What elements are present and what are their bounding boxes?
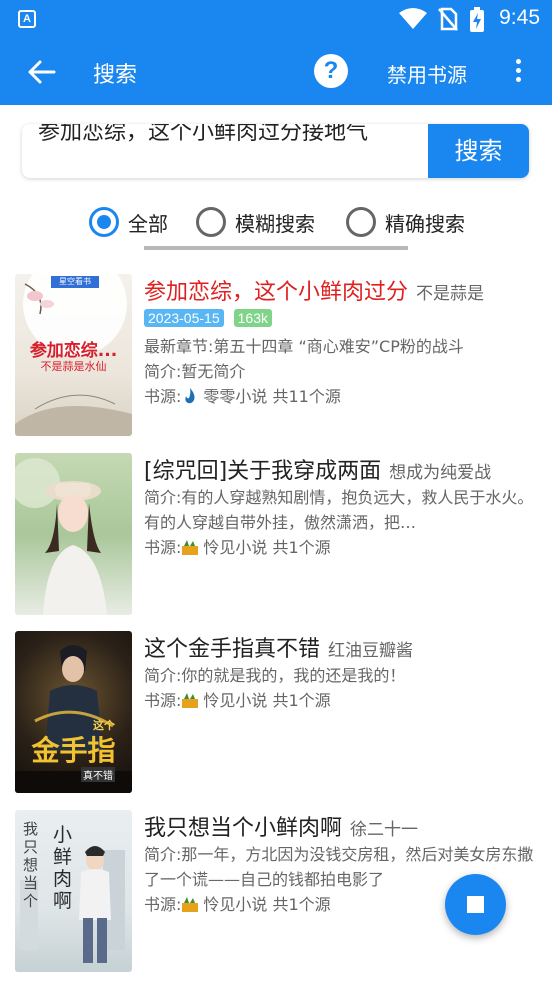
stop-icon: [467, 896, 484, 913]
book-intro: 简介:你的就是我的，我的还是我的！: [144, 666, 406, 685]
book-info: 参加恋综，这个小鲜肉过分 不是蒜是 2023-05-15 163k 最新章节:第五十…: [144, 274, 539, 409]
source-name: 怜见小说 共1个源: [203, 691, 331, 710]
search-box: 参加恋综，这个小鲜肉过分接地气 搜索: [22, 124, 529, 178]
list-item[interactable]: 星空看书 参加恋综... 不是蒜是水仙 参加恋综，这个小鲜肉过分 不是蒜是 202…: [0, 270, 552, 436]
book-author: 想成为纯爱战: [389, 463, 492, 483]
cover-author: 不是蒜是水仙: [40, 360, 107, 373]
source-prefix: 书源:: [144, 538, 182, 557]
source-name: 怜见小说 共1个源: [203, 538, 331, 557]
book-source: 书源: 零零小说 共11个源: [144, 384, 539, 409]
disable-sources-button[interactable]: 禁用书源: [387, 59, 467, 88]
clock: 9:45: [499, 6, 540, 29]
book-info: 这个金手指真不错 红油豆瓣酱 简介:你的就是我的，我的还是我的！ 书源: 怜见小说 …: [144, 631, 539, 713]
tag-row: 2023-05-15 163k: [144, 308, 539, 334]
latest-chapter: 最新章节:第五十四章 “商心难安”CP粉的战斗: [144, 337, 464, 356]
help-icon[interactable]: ?: [314, 54, 348, 88]
app-notification-icon: A: [18, 10, 36, 28]
cover-side-text: 我只想当个: [23, 820, 39, 910]
source-prefix: 书源:: [144, 387, 182, 406]
app-toolbar: 搜索 ? 禁用书源: [0, 38, 552, 105]
battery-charging-icon: [470, 7, 484, 32]
search-mode-group: 全部 模糊搜索 精确搜索: [0, 200, 552, 244]
more-menu-icon[interactable]: [508, 56, 528, 88]
book-cover: [15, 453, 132, 615]
page-title: 搜索: [93, 63, 138, 88]
search-button[interactable]: 搜索: [428, 124, 529, 178]
book-author: 徐二十一: [350, 820, 419, 840]
source-hand-icon: [182, 693, 199, 708]
radio-fuzzy[interactable]: 模糊搜索: [196, 206, 315, 238]
back-arrow-icon[interactable]: [22, 56, 62, 88]
book-title: 这个金手指真不错: [144, 637, 321, 662]
book-intro: 简介:暂无简介: [144, 362, 246, 381]
cover-subtitle: 真不错: [81, 767, 115, 782]
book-source: 书源: 怜见小说 共1个源: [144, 535, 539, 560]
radio-unselected-icon: [346, 207, 376, 237]
cover-title: 金手指: [31, 734, 116, 767]
book-title: [综咒回]关于我穿成两面: [144, 459, 382, 484]
book-cover: 星空看书 参加恋综... 不是蒜是水仙: [15, 274, 132, 436]
wifi-icon: [399, 8, 427, 29]
search-progress-bar: [144, 246, 408, 250]
stop-search-button[interactable]: [445, 874, 506, 935]
book-author: 不是蒜是: [416, 284, 485, 304]
radio-exact[interactable]: 精确搜索: [346, 206, 465, 238]
book-cover: 这个 金手指 真不错: [15, 631, 132, 793]
source-name: 零零小说 共11个源: [203, 387, 341, 406]
radio-label: 全部: [128, 211, 168, 236]
cover-title: 小鲜肉啊: [53, 824, 73, 912]
source-hand-icon: [182, 897, 199, 912]
book-info: [综咒回]关于我穿成两面 想成为纯爱战 简介:有的人穿越熟知剧情，抱负远大，救人民…: [144, 453, 539, 560]
book-source: 书源: 怜见小说 共1个源: [144, 688, 539, 713]
search-input[interactable]: 参加恋综，这个小鲜肉过分接地气: [38, 124, 432, 148]
source-name: 怜见小说 共1个源: [203, 895, 331, 914]
source-prefix: 书源:: [144, 691, 182, 710]
book-intro: 简介:有的人穿越熟知剧情，抱负远大，救人民于水火。有的人穿越自带外挂，傲然潇洒，…: [144, 488, 534, 532]
publisher-badge: 星空看书: [51, 276, 99, 288]
source-prefix: 书源:: [144, 895, 182, 914]
list-item[interactable]: 这个 金手指 真不错 这个金手指真不错 红油豆瓣酱 简介:你的就是我的，我的还是我…: [0, 627, 552, 793]
source-flame-icon: [185, 388, 195, 404]
radio-selected-icon: [89, 207, 119, 237]
book-cover: 小鲜肉啊 我只想当个: [15, 810, 132, 972]
radio-unselected-icon: [196, 207, 226, 237]
status-bar: A 9:45: [0, 0, 552, 38]
date-tag: 2023-05-15: [144, 309, 224, 327]
list-item[interactable]: [综咒回]关于我穿成两面 想成为纯爱战 简介:有的人穿越熟知剧情，抱负远大，救人民…: [0, 449, 552, 615]
no-sim-icon: [438, 7, 458, 31]
wordcount-tag: 163k: [233, 309, 272, 327]
book-title: 我只想当个小鲜肉啊: [144, 816, 343, 841]
radio-label: 精确搜索: [385, 211, 465, 236]
source-hand-icon: [182, 540, 199, 555]
book-title: 参加恋综，这个小鲜肉过分: [144, 280, 409, 305]
radio-label: 模糊搜索: [235, 211, 315, 236]
radio-all[interactable]: 全部: [89, 206, 168, 238]
book-author: 红油豆瓣酱: [328, 641, 414, 661]
